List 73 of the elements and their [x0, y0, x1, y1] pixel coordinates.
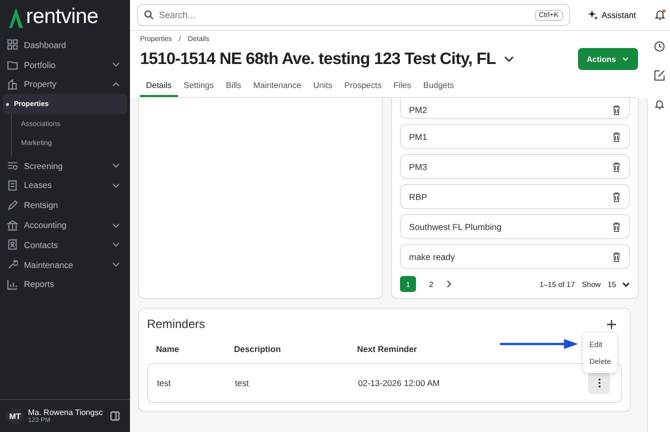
grid-icon [7, 39, 18, 50]
tab[interactable]: Files [388, 76, 418, 97]
clock-icon[interactable] [654, 41, 664, 52]
tab[interactable]: Prospects [338, 76, 388, 97]
sidebar-item[interactable]: Dashboard [0, 35, 130, 55]
tab[interactable]: Settings [178, 76, 220, 97]
chevron-icon [112, 262, 120, 268]
table-cell-text: 02-13-2026 12:00 AM [358, 378, 441, 388]
column-header: Name [156, 344, 180, 354]
kebab-icon [598, 378, 600, 388]
search-icon [144, 10, 154, 20]
user-name: Ma. Rowena Tiongsc [28, 408, 104, 417]
sidebar-item[interactable]: Contacts [0, 234, 130, 255]
sidebar-item[interactable]: Reports [0, 274, 130, 294]
leaf-logo-icon [9, 8, 23, 28]
sidebar-item[interactable]: Leases [0, 176, 130, 196]
wrench-icon [7, 259, 18, 270]
sidebar-item[interactable]: Portfolio [0, 54, 130, 75]
chevron-icon [112, 242, 120, 248]
tab[interactable]: Units [307, 76, 338, 97]
chevron-down-icon[interactable] [504, 56, 514, 62]
column-header: Next Reminder [357, 344, 418, 354]
sidebar-item[interactable]: Screening [0, 156, 130, 176]
tab[interactable]: Bills [220, 76, 248, 97]
table-cell-text: test [157, 378, 172, 388]
tab[interactable]: Budgets [417, 76, 460, 97]
plus-icon[interactable] [607, 320, 616, 328]
assistant-button[interactable]: Assistant [578, 10, 646, 20]
collapse-sidebar-icon[interactable] [110, 411, 120, 421]
vendor-name: PM1 [409, 132, 428, 142]
sparkle-icon [588, 10, 598, 20]
trash-icon[interactable] [612, 162, 621, 172]
chevron-icon [112, 62, 120, 68]
bank-icon [7, 220, 18, 231]
section-title: Reminders [147, 317, 206, 331]
trash-icon[interactable] [612, 222, 621, 232]
vendor-name: PM2 [409, 105, 428, 115]
bell-icon[interactable] [654, 9, 666, 21]
chevron-down-icon [622, 282, 630, 286]
tab[interactable]: Maintenance [247, 76, 308, 97]
sidebar-item[interactable]: Rentsign [0, 195, 130, 216]
column-header: Description [234, 344, 282, 354]
chevron-icon [112, 163, 120, 168]
edit-icon[interactable] [654, 70, 664, 81]
table-cell-text: test [235, 378, 250, 388]
sidebar-item[interactable]: Maintenance [0, 254, 130, 275]
trash-icon[interactable] [612, 192, 621, 202]
property-title: 1510-1514 NE 68th Ave. testing 123 Test City, FL [140, 50, 496, 68]
vendor-name: PM3 [409, 162, 428, 172]
contact-card-icon [7, 239, 18, 250]
trash-icon[interactable] [612, 105, 621, 115]
bell-icon[interactable] [654, 99, 664, 110]
next-page-icon[interactable] [446, 280, 452, 288]
chevron-icon [112, 222, 120, 228]
document-icon [7, 180, 18, 191]
bar-chart-icon [7, 278, 18, 290]
vendor-name: make ready [409, 252, 455, 262]
chevron-icon [112, 82, 120, 87]
chevron-down-icon [622, 57, 629, 61]
actions-button[interactable]: Actions [578, 48, 638, 70]
avatar: MT [7, 408, 23, 424]
vendor-name: Southwest FL Plumbing [409, 222, 502, 232]
pen-icon [7, 200, 18, 211]
sidebar-item[interactable]: Property [0, 74, 130, 94]
list-icon [7, 160, 18, 172]
vendor-name: RBP [409, 192, 428, 202]
trash-icon[interactable] [612, 252, 621, 262]
sidebar-item[interactable]: Accounting [0, 215, 130, 235]
trash-icon[interactable] [612, 132, 621, 142]
building-icon [7, 78, 18, 90]
logo-text: rentvine [26, 6, 98, 28]
folder-icon [7, 59, 18, 70]
chevron-icon [112, 182, 120, 188]
